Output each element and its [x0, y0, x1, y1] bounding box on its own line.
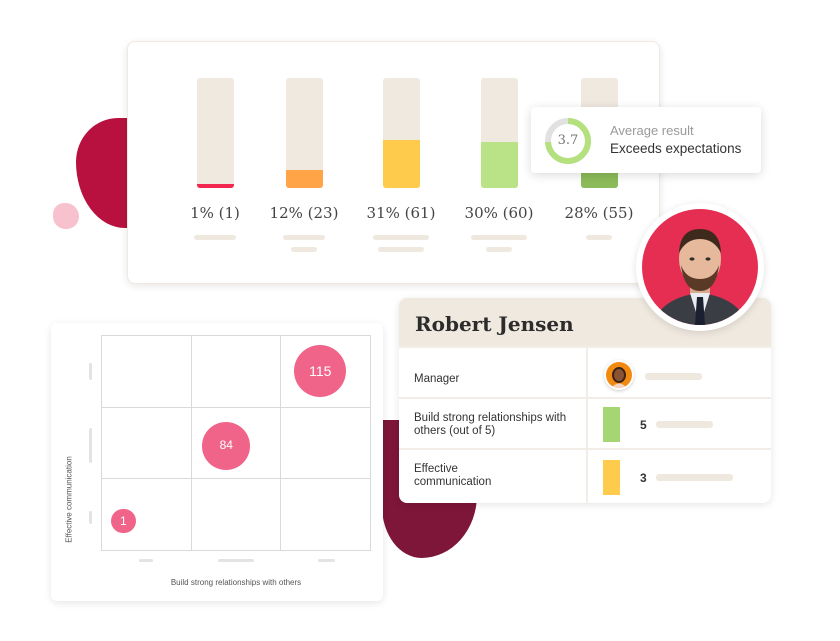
- bar-fill: [285, 169, 323, 188]
- bar-fill: [480, 141, 518, 188]
- bar-track: [382, 78, 420, 188]
- placeholder-line: [471, 235, 527, 240]
- x-axis-label: Build strong relationships with others: [170, 578, 302, 587]
- row-label: Manager: [414, 373, 460, 385]
- matrix-cell[interactable]: [280, 478, 371, 551]
- bar-label: 12% (23): [269, 204, 339, 222]
- person-portrait-icon: [611, 367, 627, 388]
- employee-avatar[interactable]: [636, 203, 764, 331]
- score-color-bar: [603, 407, 620, 442]
- bar-column[interactable]: 1% (1): [165, 78, 265, 240]
- x-axis-tick: [218, 559, 254, 562]
- x-axis-tick: [139, 559, 153, 562]
- placeholder-line: [586, 235, 612, 240]
- matrix-bubble[interactable]: 115: [294, 344, 347, 397]
- bar-label: 30% (60): [464, 204, 534, 222]
- placeholder-line: [291, 247, 317, 252]
- placeholder-line: [656, 474, 733, 481]
- manager-avatar[interactable]: [604, 360, 634, 390]
- placeholder-line: [373, 235, 429, 240]
- bar-column[interactable]: 31% (61): [351, 78, 451, 252]
- score-value: 3: [640, 471, 647, 485]
- score-color-bar: [603, 460, 620, 495]
- profile-row-communication: Effective communication 3: [399, 448, 771, 503]
- y-axis-tick: [89, 363, 92, 380]
- person-portrait-icon: [652, 229, 748, 325]
- bar-column[interactable]: 12% (23): [254, 78, 354, 252]
- bar-label: 1% (1): [190, 204, 240, 222]
- placeholder-line: [194, 235, 236, 240]
- average-result-tooltip: 3.7 Average result Exceeds expectations: [531, 107, 761, 173]
- placeholder-line: [378, 247, 424, 252]
- decorative-blob-pink: [53, 203, 79, 229]
- matrix-cell[interactable]: [190, 335, 281, 408]
- placeholder-line: [656, 421, 713, 428]
- matrix-cell[interactable]: [101, 406, 192, 479]
- average-value: 3.7: [557, 133, 579, 148]
- row-label: Effective communication: [414, 463, 492, 488]
- bar-label: 28% (55): [564, 204, 634, 222]
- row-label: Build strong relationships with others (…: [414, 412, 567, 437]
- matrix-cell[interactable]: [101, 335, 192, 408]
- bar-fill: [382, 140, 420, 188]
- bar-track: [480, 78, 518, 188]
- bar-track: [196, 78, 234, 188]
- nine-box-matrix-card: 115 84 1 Effective communication Build str…: [51, 323, 383, 601]
- tooltip-title: Average result: [610, 123, 694, 138]
- x-axis-tick: [318, 559, 335, 562]
- y-axis-tick: [89, 428, 92, 463]
- column-divider: [586, 399, 588, 448]
- bar-fill: [196, 183, 234, 188]
- y-axis-tick: [89, 511, 92, 524]
- score-value: 5: [640, 418, 647, 432]
- matrix-bubble[interactable]: 84: [202, 422, 251, 470]
- placeholder-line: [486, 247, 512, 252]
- matrix-cell[interactable]: [280, 406, 371, 479]
- profile-row-relationships: Build strong relationships with others (…: [399, 397, 771, 448]
- column-divider: [586, 348, 588, 397]
- profile-row-manager: Manager: [399, 346, 771, 397]
- column-divider: [586, 450, 588, 503]
- bar-track: [285, 78, 323, 188]
- bar-label: 31% (61): [366, 204, 436, 222]
- placeholder-line: [645, 373, 702, 380]
- placeholder-line: [283, 235, 325, 240]
- matrix-bubble[interactable]: 1: [110, 508, 136, 534]
- y-axis-label: Effective communication: [64, 456, 74, 543]
- tooltip-subtitle: Exceeds expectations: [610, 141, 742, 156]
- matrix-cell[interactable]: [190, 478, 281, 551]
